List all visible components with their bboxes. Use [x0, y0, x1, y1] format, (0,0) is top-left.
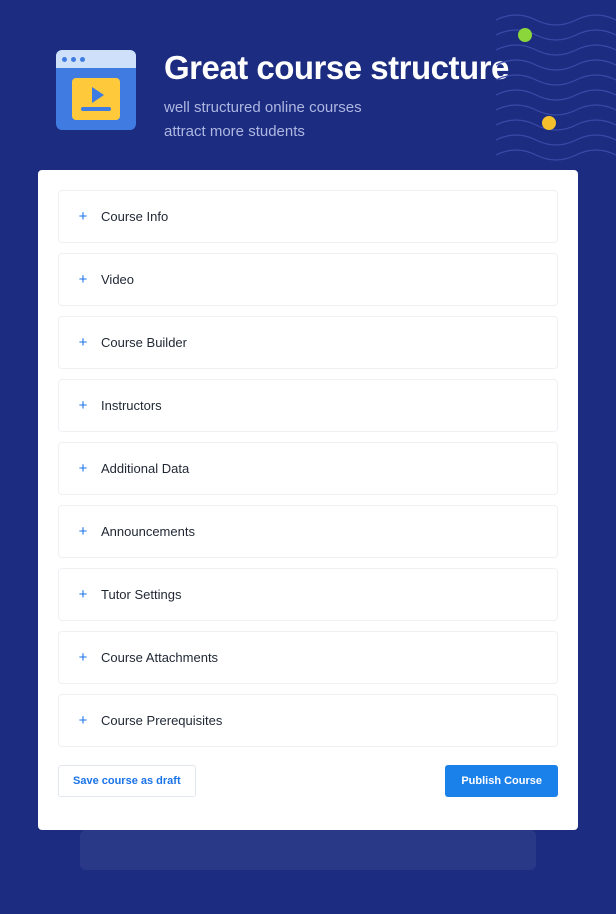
accordion-label: Additional Data: [101, 461, 189, 476]
accordion-announcements[interactable]: + Announcements: [58, 505, 558, 558]
accordion-course-attachments[interactable]: + Course Attachments: [58, 631, 558, 684]
accordion-label: Video: [101, 272, 134, 287]
decorative-dot-yellow: [542, 116, 556, 130]
plus-icon: +: [77, 461, 89, 476]
accordion-instructors[interactable]: + Instructors: [58, 379, 558, 432]
accordion-course-info[interactable]: + Course Info: [58, 190, 558, 243]
video-app-icon: [56, 50, 136, 130]
plus-icon: +: [77, 524, 89, 539]
page-header: Great course structure well structured o…: [0, 0, 616, 144]
plus-icon: +: [77, 650, 89, 665]
panel-shadow: [80, 830, 536, 870]
plus-icon: +: [77, 272, 89, 287]
accordion-additional-data[interactable]: + Additional Data: [58, 442, 558, 495]
plus-icon: +: [77, 587, 89, 602]
plus-icon: +: [77, 398, 89, 413]
page-title: Great course structure: [164, 50, 509, 86]
save-draft-button[interactable]: Save course as draft: [58, 765, 196, 797]
accordion-label: Course Info: [101, 209, 168, 224]
accordion-course-prerequisites[interactable]: + Course Prerequisites: [58, 694, 558, 747]
accordion-label: Course Attachments: [101, 650, 218, 665]
accordion-course-builder[interactable]: + Course Builder: [58, 316, 558, 369]
course-panel: + Course Info + Video + Course Builder +…: [38, 170, 578, 830]
accordion-label: Course Prerequisites: [101, 713, 222, 728]
accordion-label: Tutor Settings: [101, 587, 181, 602]
decorative-dot-green: [518, 28, 532, 42]
publish-course-button[interactable]: Publish Course: [445, 765, 558, 797]
accordion-label: Instructors: [101, 398, 162, 413]
accordion-label: Announcements: [101, 524, 195, 539]
accordion-label: Course Builder: [101, 335, 187, 350]
page-subtitle: well structured online courses attract m…: [164, 96, 509, 144]
action-bar: Save course as draft Publish Course: [58, 765, 558, 797]
plus-icon: +: [77, 209, 89, 224]
plus-icon: +: [77, 335, 89, 350]
accordion-tutor-settings[interactable]: + Tutor Settings: [58, 568, 558, 621]
accordion-video[interactable]: + Video: [58, 253, 558, 306]
plus-icon: +: [77, 713, 89, 728]
